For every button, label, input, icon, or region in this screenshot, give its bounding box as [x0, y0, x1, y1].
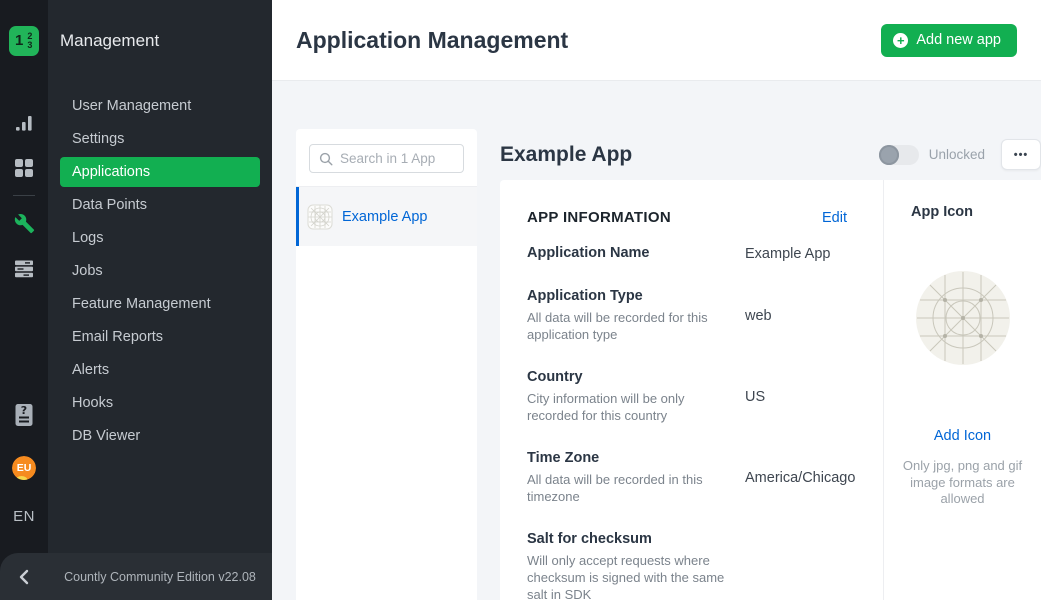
toggle-knob: [879, 145, 899, 165]
icon-sidebar: 1 2 3 ? EU EN: [0, 0, 48, 600]
app-title: Example App: [500, 143, 632, 167]
icon-format-hint: Only jpg, png and gif image formats are …: [901, 458, 1024, 508]
app-detail-header: Example App Unlocked •••: [500, 129, 1041, 180]
app-icon-placeholder: [915, 270, 1011, 366]
app-list-panel: Example App: [296, 129, 477, 600]
field-value: web: [745, 288, 772, 343]
wrench-icon[interactable]: [13, 212, 35, 234]
edit-link[interactable]: Edit: [822, 210, 847, 226]
field-label: Application Type: [527, 288, 725, 304]
field-label: Salt for checksum: [527, 531, 725, 547]
language-selector[interactable]: EN: [13, 508, 35, 525]
add-new-app-label: Add new app: [916, 32, 1001, 48]
more-options-button[interactable]: •••: [1001, 139, 1041, 170]
field-description: All data will be recorded for this appli…: [527, 309, 725, 343]
field-value: US: [745, 369, 765, 424]
sidebar-item-settings[interactable]: Settings: [60, 124, 260, 154]
plus-icon: +: [893, 33, 908, 48]
lock-state-label: Unlocked: [929, 147, 985, 162]
collapse-sidebar-button[interactable]: [0, 569, 48, 585]
report-help-icon[interactable]: ?: [13, 404, 35, 426]
user-avatar[interactable]: EU: [12, 456, 36, 480]
field-label: Country: [527, 369, 725, 385]
info-field-row: Time Zone All data will be recorded in t…: [527, 450, 847, 505]
app-item-name: Example App: [342, 209, 427, 225]
sidebar-footer: Countly Community Edition v22.08: [0, 553, 272, 600]
version-label: Countly Community Edition v22.08: [48, 570, 272, 584]
sidebar-item-db-viewer[interactable]: DB Viewer: [60, 421, 260, 451]
sidebar-item-user-management[interactable]: User Management: [60, 91, 260, 121]
add-icon-link[interactable]: Add Icon: [884, 428, 1041, 444]
app-grid-placeholder-icon: [307, 204, 333, 230]
grid-icon[interactable]: [13, 157, 35, 179]
logo-digit-3: 3: [27, 41, 32, 50]
app-info-card: APP INFORMATION Edit Application Name Ex…: [500, 180, 1041, 600]
sidebar-item-jobs[interactable]: Jobs: [60, 256, 260, 286]
svg-text:?: ?: [21, 404, 27, 417]
page-title: Application Management: [296, 27, 568, 54]
field-value: America/Chicago: [745, 450, 855, 505]
info-field-row: Country City information will be only re…: [527, 369, 847, 424]
add-new-app-button[interactable]: + Add new app: [881, 24, 1017, 57]
field-description: City information will be only recorded f…: [527, 390, 725, 424]
sidebar-divider: [13, 195, 35, 196]
section-title: APP INFORMATION: [527, 209, 671, 226]
sidebar-item-alerts[interactable]: Alerts: [60, 355, 260, 385]
field-description: All data will be recorded in this timezo…: [527, 471, 725, 505]
sidebar-item-logs[interactable]: Logs: [60, 223, 260, 253]
avatar-initials: EU: [12, 456, 36, 480]
info-field-row: Application Type All data will be record…: [527, 288, 847, 343]
sidebar-title: Management: [60, 31, 272, 51]
app-list-item[interactable]: Example App: [296, 187, 477, 246]
page-header: Application Management + Add new app: [272, 0, 1041, 81]
field-list: Application Name Example App Application…: [527, 245, 847, 600]
sidebar-menu: User ManagementSettingsApplicationsData …: [48, 91, 272, 451]
sidebar-item-applications[interactable]: Applications: [60, 157, 260, 187]
field-description: Will only accept requests where checksum…: [527, 552, 725, 600]
sidebar-item-feature-management[interactable]: Feature Management: [60, 289, 260, 319]
content-area: Example App Example App Unlocked ••• APP…: [272, 81, 1041, 600]
search-icon: [319, 152, 333, 166]
sidebar-item-data-points[interactable]: Data Points: [60, 190, 260, 220]
countly-logo[interactable]: 1 2 3: [9, 26, 39, 56]
app-detail: Example App Unlocked ••• APP INFORMATION…: [500, 129, 1041, 600]
info-field-row: Salt for checksum Will only accept reque…: [527, 531, 847, 600]
field-label: Application Name: [527, 245, 725, 261]
management-sidebar: Management User ManagementSettingsApplic…: [48, 0, 272, 600]
field-value: Example App: [745, 245, 830, 262]
server-stack-icon[interactable]: [13, 257, 35, 279]
lock-toggle[interactable]: [879, 145, 919, 165]
app-list: Example App: [296, 187, 477, 246]
app-icon-panel: App Icon Add: [884, 180, 1041, 600]
app-search: [296, 129, 477, 187]
sidebar-item-email-reports[interactable]: Email Reports: [60, 322, 260, 352]
app-info-section: APP INFORMATION Edit Application Name Ex…: [500, 180, 883, 600]
bar-chart-icon[interactable]: [13, 112, 35, 134]
sidebar-item-hooks[interactable]: Hooks: [60, 388, 260, 418]
logo-digit-1: 1: [15, 26, 23, 56]
info-field-row: Application Name Example App: [527, 245, 847, 262]
field-label: Time Zone: [527, 450, 725, 466]
app-icon-title: App Icon: [884, 204, 1041, 220]
main-area: Application Management + Add new app Exa…: [272, 0, 1041, 600]
